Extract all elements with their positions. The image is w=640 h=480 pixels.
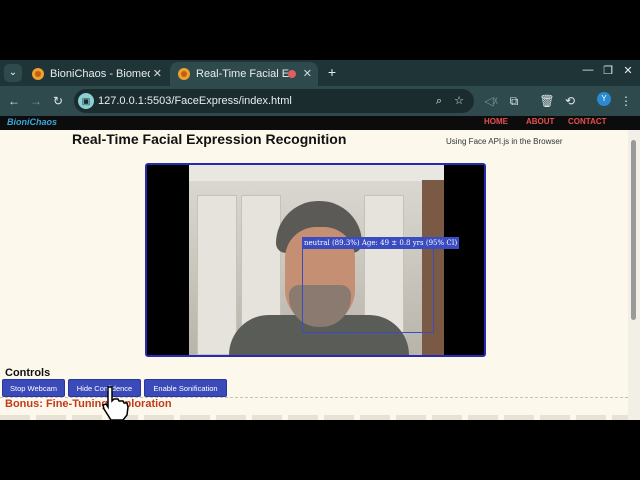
page-viewport: BioniChaos HOME ABOUT CONTACT Real-Time …	[0, 116, 640, 420]
trash-icon[interactable]: 🗑	[538, 92, 556, 110]
new-tab-icon[interactable]: +	[324, 64, 340, 80]
tab-label: BioniChaos - Biomedical	[50, 68, 150, 80]
browser-chrome: ⌄ BioniChaos - Biomedical ✕ Real-Time Fa…	[0, 60, 640, 116]
webcam-video: neutral (89.3%) Age: 49 ± 0.8 yrs (95% C…	[145, 163, 486, 357]
chevron-down-icon[interactable]: ⌄	[4, 64, 22, 82]
ceiling	[189, 165, 444, 181]
scrollbar[interactable]	[628, 130, 640, 420]
controls-heading: Controls	[5, 367, 51, 379]
nav-about[interactable]: ABOUT	[526, 117, 554, 126]
close-icon[interactable]: ✕	[303, 62, 312, 86]
site-info-icon[interactable]: ▣	[78, 93, 94, 109]
bonus-heading: Bonus: Fine-Tuning Exploration	[5, 398, 172, 410]
close-window-icon[interactable]: ✕	[620, 64, 636, 77]
detection-label: neutral (89.3%) Age: 49 ± 0.8 yrs (95% C…	[302, 237, 460, 249]
back-icon[interactable]: ←	[5, 92, 23, 110]
star-icon[interactable]: ☆	[450, 92, 468, 110]
wardrobe-door	[197, 195, 237, 355]
menu-icon[interactable]: ⋮	[617, 92, 635, 110]
mute-icon[interactable]: ◁ᵡ	[482, 92, 500, 110]
toolbar: ← → ↻ ▣ 127.0.0.1:5503/FaceExpress/index…	[0, 86, 640, 116]
screen: ⌄ BioniChaos - Biomedical ✕ Real-Time Fa…	[0, 0, 640, 480]
tab-label: Real-Time Facial Expr	[196, 68, 292, 80]
favicon-icon	[178, 68, 190, 80]
hand-cursor-icon	[102, 386, 129, 421]
close-icon[interactable]: ✕	[153, 62, 162, 86]
nav-home[interactable]: HOME	[484, 117, 508, 126]
url-text[interactable]: 127.0.0.1:5503/FaceExpress/index.html	[98, 89, 292, 113]
stop-webcam-button[interactable]: Stop Webcam	[2, 379, 65, 397]
faint-text-row	[0, 415, 628, 420]
favicon-icon	[32, 68, 44, 80]
page-title: Real-Time Facial Expression Recognition	[72, 131, 347, 147]
logo-text: BioniChaos	[7, 117, 58, 127]
tab-strip: ⌄ BioniChaos - Biomedical ✕ Real-Time Fa…	[0, 60, 640, 86]
page-subtitle: Using Face API.js in the Browser	[446, 137, 563, 146]
minimize-icon[interactable]: —	[580, 64, 596, 76]
face-detection-box	[302, 248, 434, 333]
extensions-icon[interactable]: ⧉	[505, 92, 523, 110]
zoom-icon[interactable]: ⌕	[430, 92, 448, 110]
enable-sonification-button[interactable]: Enable Sonification	[144, 379, 227, 397]
recording-icon	[288, 70, 296, 78]
scrollbar-thumb[interactable]	[631, 140, 636, 320]
site-nav: BioniChaos HOME ABOUT CONTACT	[0, 116, 640, 130]
nav-contact[interactable]: CONTACT	[568, 117, 607, 126]
tab-facial-expression[interactable]: Real-Time Facial Expr ✕	[170, 62, 318, 86]
reload-icon[interactable]: ↻	[49, 92, 67, 110]
maximize-icon[interactable]: ❐	[600, 64, 616, 77]
history-icon[interactable]: ⟲	[561, 92, 579, 110]
site-logo[interactable]: BioniChaos	[7, 117, 57, 127]
avatar[interactable]: Y	[597, 92, 611, 106]
forward-icon[interactable]: →	[27, 92, 45, 110]
webcam-feed: neutral (89.3%) Age: 49 ± 0.8 yrs (95% C…	[189, 165, 460, 355]
address-bar[interactable]: ▣ 127.0.0.1:5503/FaceExpress/index.html …	[74, 89, 474, 113]
tab-bionichaos[interactable]: BioniChaos - Biomedical ✕	[24, 62, 168, 86]
